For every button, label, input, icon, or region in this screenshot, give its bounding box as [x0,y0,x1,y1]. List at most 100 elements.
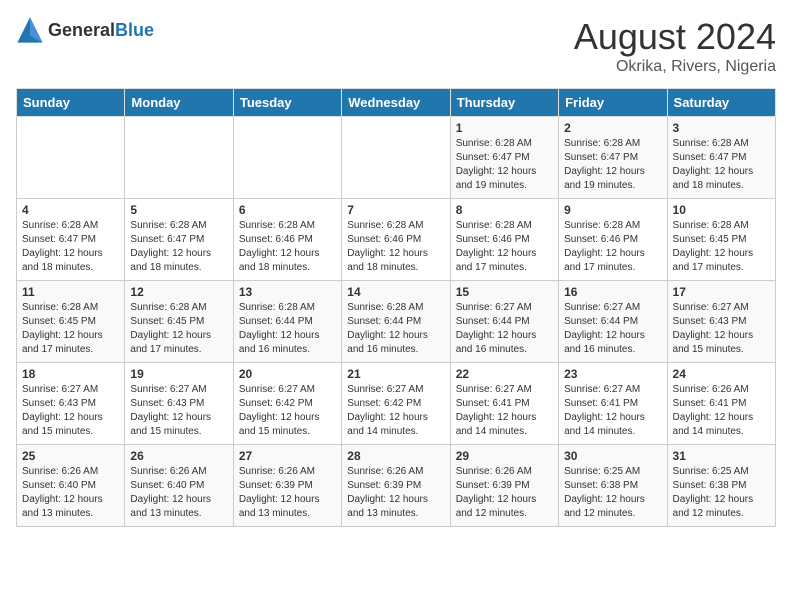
day-info: Sunrise: 6:27 AM Sunset: 6:41 PM Dayligh… [456,383,553,439]
logo-blue: Blue [115,20,154,40]
day-number: 28 [347,449,444,463]
day-info: Sunrise: 6:27 AM Sunset: 6:43 PM Dayligh… [673,301,770,357]
weekday-header-friday: Friday [559,89,667,117]
month-title: August 2024 [574,16,776,58]
week-row-1: 1 Sunrise: 6:28 AM Sunset: 6:47 PM Daylig… [17,117,776,199]
day-number: 1 [456,121,553,135]
day-info: Sunrise: 6:28 AM Sunset: 6:47 PM Dayligh… [564,137,661,193]
calendar-cell: 28 Sunrise: 6:26 AM Sunset: 6:39 PM Dayli… [342,445,450,527]
calendar-cell: 16Sunrise: 6:27 AM Sunset: 6:44 PM Dayli… [559,281,667,363]
calendar-cell [342,117,450,199]
day-number: 26 [130,449,227,463]
calendar-cell: 31 Sunrise: 6:25 AM Sunset: 6:38 PM Dayli… [667,445,775,527]
day-number: 25 [22,449,119,463]
calendar-cell [125,117,233,199]
page-header: GeneralBlue August 2024 Okrika, Rivers, … [16,16,776,76]
calendar-cell: 25 Sunrise: 6:26 AM Sunset: 6:40 PM Dayli… [17,445,125,527]
day-number: 30 [564,449,661,463]
weekday-header-thursday: Thursday [450,89,558,117]
day-info: Sunrise: 6:27 AM Sunset: 6:43 PM Dayligh… [130,383,227,439]
calendar-cell: 12 Sunrise: 6:28 AM Sunset: 6:45 PM Dayli… [125,281,233,363]
day-info: Sunrise: 6:28 AM Sunset: 6:47 PM Dayligh… [456,137,553,193]
day-number: 6 [239,203,336,217]
day-info: Sunrise: 6:27 AM Sunset: 6:41 PM Dayligh… [564,383,661,439]
week-row-2: 4 Sunrise: 6:28 AM Sunset: 6:47 PM Daylig… [17,199,776,281]
calendar-cell: 24 Sunrise: 6:26 AM Sunset: 6:41 PM Dayli… [667,363,775,445]
week-row-3: 11 Sunrise: 6:28 AM Sunset: 6:45 PM Dayli… [17,281,776,363]
calendar-cell: 20 Sunrise: 6:27 AM Sunset: 6:42 PM Dayli… [233,363,341,445]
calendar-cell: 3 Sunrise: 6:28 AM Sunset: 6:47 PM Daylig… [667,117,775,199]
calendar-cell: 7 Sunrise: 6:28 AM Sunset: 6:46 PM Daylig… [342,199,450,281]
day-info: Sunrise: 6:26 AM Sunset: 6:39 PM Dayligh… [347,465,444,521]
calendar-cell: 4 Sunrise: 6:28 AM Sunset: 6:47 PM Daylig… [17,199,125,281]
calendar-cell: 11 Sunrise: 6:28 AM Sunset: 6:45 PM Dayli… [17,281,125,363]
day-info: Sunrise: 6:28 AM Sunset: 6:45 PM Dayligh… [22,301,119,357]
calendar-cell: 29 Sunrise: 6:26 AM Sunset: 6:39 PM Dayli… [450,445,558,527]
day-number: 15 [456,285,553,299]
day-number: 3 [673,121,770,135]
day-info: Sunrise: 6:27 AM Sunset: 6:44 PM Dayligh… [456,301,553,357]
day-number: 20 [239,367,336,381]
day-info: Sunrise: 6:28 AM Sunset: 6:46 PM Dayligh… [456,219,553,275]
day-info: Sunrise: 6:28 AM Sunset: 6:46 PM Dayligh… [239,219,336,275]
calendar-cell: 30 Sunrise: 6:25 AM Sunset: 6:38 PM Dayli… [559,445,667,527]
calendar-cell: 26 Sunrise: 6:26 AM Sunset: 6:40 PM Dayli… [125,445,233,527]
day-info: Sunrise: 6:28 AM Sunset: 6:47 PM Dayligh… [673,137,770,193]
week-row-4: 18 Sunrise: 6:27 AM Sunset: 6:43 PM Dayli… [17,363,776,445]
title-block: August 2024 Okrika, Rivers, Nigeria [574,16,776,76]
day-number: 14 [347,285,444,299]
day-number: 31 [673,449,770,463]
calendar-cell: 10Sunrise: 6:28 AM Sunset: 6:45 PM Dayli… [667,199,775,281]
day-number: 23 [564,367,661,381]
day-info: Sunrise: 6:26 AM Sunset: 6:39 PM Dayligh… [239,465,336,521]
calendar-cell: 15 Sunrise: 6:27 AM Sunset: 6:44 PM Dayli… [450,281,558,363]
calendar-cell: 19Sunrise: 6:27 AM Sunset: 6:43 PM Dayli… [125,363,233,445]
day-info: Sunrise: 6:26 AM Sunset: 6:40 PM Dayligh… [130,465,227,521]
day-number: 9 [564,203,661,217]
day-number: 27 [239,449,336,463]
calendar-cell: 14Sunrise: 6:28 AM Sunset: 6:44 PM Dayli… [342,281,450,363]
day-info: Sunrise: 6:27 AM Sunset: 6:42 PM Dayligh… [347,383,444,439]
weekday-header-tuesday: Tuesday [233,89,341,117]
logo-icon [16,16,44,44]
day-number: 4 [22,203,119,217]
day-number: 7 [347,203,444,217]
calendar-cell: 21Sunrise: 6:27 AM Sunset: 6:42 PM Dayli… [342,363,450,445]
day-number: 5 [130,203,227,217]
day-info: Sunrise: 6:28 AM Sunset: 6:45 PM Dayligh… [130,301,227,357]
calendar-cell: 8 Sunrise: 6:28 AM Sunset: 6:46 PM Daylig… [450,199,558,281]
day-info: Sunrise: 6:28 AM Sunset: 6:47 PM Dayligh… [22,219,119,275]
day-number: 22 [456,367,553,381]
calendar-table: SundayMondayTuesdayWednesdayThursdayFrid… [16,88,776,527]
day-number: 18 [22,367,119,381]
day-number: 24 [673,367,770,381]
logo-general: General [48,20,115,40]
logo-text: GeneralBlue [48,20,154,41]
calendar-cell: 18Sunrise: 6:27 AM Sunset: 6:43 PM Dayli… [17,363,125,445]
calendar-cell: 1 Sunrise: 6:28 AM Sunset: 6:47 PM Daylig… [450,117,558,199]
calendar-cell [233,117,341,199]
day-number: 2 [564,121,661,135]
calendar-cell: 5Sunrise: 6:28 AM Sunset: 6:47 PM Daylig… [125,199,233,281]
calendar-cell: 2 Sunrise: 6:28 AM Sunset: 6:47 PM Daylig… [559,117,667,199]
day-info: Sunrise: 6:26 AM Sunset: 6:41 PM Dayligh… [673,383,770,439]
day-info: Sunrise: 6:27 AM Sunset: 6:42 PM Dayligh… [239,383,336,439]
week-row-5: 25 Sunrise: 6:26 AM Sunset: 6:40 PM Dayli… [17,445,776,527]
day-number: 8 [456,203,553,217]
day-info: Sunrise: 6:25 AM Sunset: 6:38 PM Dayligh… [673,465,770,521]
day-number: 12 [130,285,227,299]
day-number: 29 [456,449,553,463]
day-info: Sunrise: 6:25 AM Sunset: 6:38 PM Dayligh… [564,465,661,521]
calendar-cell: 27 Sunrise: 6:26 AM Sunset: 6:39 PM Dayli… [233,445,341,527]
day-info: Sunrise: 6:26 AM Sunset: 6:39 PM Dayligh… [456,465,553,521]
day-info: Sunrise: 6:28 AM Sunset: 6:46 PM Dayligh… [347,219,444,275]
day-number: 11 [22,285,119,299]
day-info: Sunrise: 6:28 AM Sunset: 6:44 PM Dayligh… [239,301,336,357]
calendar-cell: 23 Sunrise: 6:27 AM Sunset: 6:41 PM Dayli… [559,363,667,445]
calendar-cell: 17Sunrise: 6:27 AM Sunset: 6:43 PM Dayli… [667,281,775,363]
calendar-cell: 22 Sunrise: 6:27 AM Sunset: 6:41 PM Dayli… [450,363,558,445]
weekday-header-saturday: Saturday [667,89,775,117]
day-info: Sunrise: 6:26 AM Sunset: 6:40 PM Dayligh… [22,465,119,521]
calendar-cell: 9Sunrise: 6:28 AM Sunset: 6:46 PM Daylig… [559,199,667,281]
logo: GeneralBlue [16,16,154,44]
